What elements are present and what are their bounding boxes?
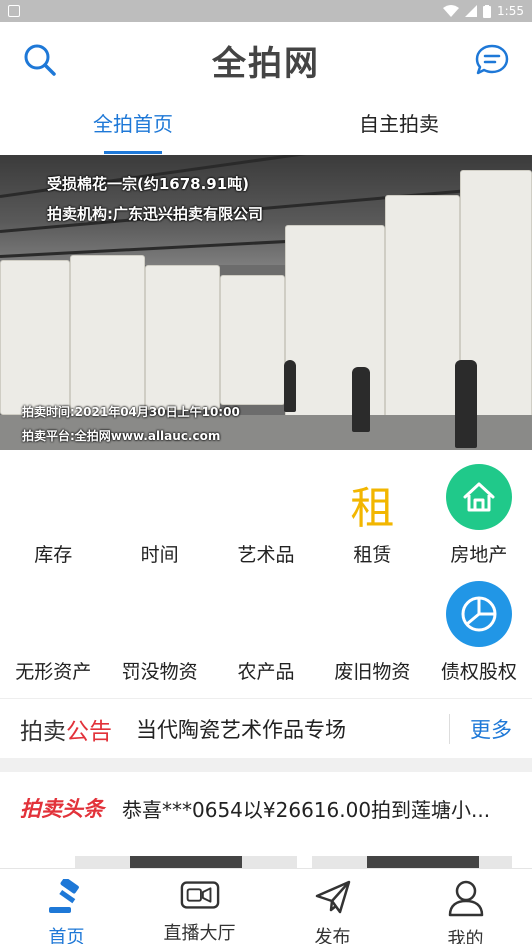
auction-notice-bar[interactable]: 拍卖公告 当代陶瓷艺术作品专场 更多 xyxy=(0,698,532,758)
search-icon[interactable] xyxy=(22,42,58,78)
top-tabs: 全拍首页 自主拍卖 xyxy=(0,98,532,154)
notification-icon xyxy=(8,5,20,17)
category-row: 无形资产 罚没物资 农产品 废旧物资 债权股权 xyxy=(0,567,532,684)
status-bar: 1:55 xyxy=(0,0,532,22)
worker xyxy=(352,367,370,432)
tab-home[interactable]: 全拍首页 xyxy=(0,98,266,154)
app-title: 全拍网 xyxy=(212,43,320,84)
worker xyxy=(284,360,296,412)
category-debt-equity[interactable]: 债权股权 xyxy=(426,567,532,684)
pie-chart-icon xyxy=(445,581,512,647)
cotton-bale-wall xyxy=(285,225,385,420)
nav-label: 发布 xyxy=(314,927,351,944)
nav-mine[interactable]: 我的 xyxy=(399,869,532,944)
status-right: 1:55 xyxy=(443,4,524,18)
category-label: 库存 xyxy=(34,544,73,566)
cotton-bale-stack xyxy=(145,265,220,410)
notice-text[interactable]: 当代陶瓷艺术作品专场 xyxy=(136,714,449,744)
category-label: 房地产 xyxy=(450,544,508,566)
cotton-bale-stack xyxy=(220,275,285,405)
category-time[interactable]: 时间 xyxy=(106,450,212,567)
category-rental[interactable]: 租 租赁 xyxy=(319,450,425,567)
tab-self-auction[interactable]: 自主拍卖 xyxy=(266,98,532,154)
category-label: 无形资产 xyxy=(15,661,92,683)
notice-tag-red: 公告 xyxy=(66,718,112,745)
wifi-icon xyxy=(443,5,460,17)
banner-line-2: 拍卖机构:广东迅兴拍卖有限公司 xyxy=(47,205,264,223)
battery-icon xyxy=(483,4,492,18)
category-scrap[interactable]: 废旧物资 xyxy=(319,567,425,684)
nav-label: 首页 xyxy=(48,927,85,944)
video-icon xyxy=(180,879,220,911)
signal-icon xyxy=(465,5,478,17)
house-icon xyxy=(445,464,512,530)
notice-tag: 拍卖公告 xyxy=(0,712,112,746)
cotton-bale-wall xyxy=(385,195,460,425)
category-art[interactable]: 艺术品 xyxy=(213,450,319,567)
status-time: 1:55 xyxy=(497,4,524,18)
cotton-bale-stack xyxy=(0,260,70,415)
nav-home[interactable]: 首页 xyxy=(0,869,133,944)
chat-bubble-icon[interactable] xyxy=(474,42,510,78)
nav-live-hall[interactable]: 直播大厅 xyxy=(133,869,266,944)
banner-line-3: 拍卖时间:2021年04月30日上午10:00 xyxy=(22,405,240,419)
nav-publish[interactable]: 发布 xyxy=(266,869,399,944)
bottom-nav: 首页 直播大厅 发布 我的 xyxy=(0,868,532,944)
worker xyxy=(455,360,477,448)
promo-banner[interactable]: 受损棉花一宗(约1678.91吨) 拍卖机构:广东迅兴拍卖有限公司 拍卖时间:2… xyxy=(0,155,532,450)
notice-divider xyxy=(449,713,450,744)
headline-tag: 拍卖头条 xyxy=(20,797,104,821)
category-label: 艺术品 xyxy=(237,544,295,566)
category-row: 库存 时间 艺术品 租 租赁 房地产 xyxy=(0,450,532,567)
notice-more-link[interactable]: 更多 xyxy=(470,714,532,744)
category-label: 债权股权 xyxy=(440,661,517,683)
gavel-icon xyxy=(47,879,87,915)
category-label: 租赁 xyxy=(353,544,392,566)
cotton-bale-stack xyxy=(70,255,145,415)
rent-char-icon: 租 xyxy=(350,483,395,534)
auction-headline[interactable]: 拍卖头条 恭喜***0654以¥26616.00拍到莲塘小... xyxy=(0,772,532,844)
category-intangible[interactable]: 无形资产 xyxy=(0,567,106,684)
category-grid: 库存 时间 艺术品 租 租赁 房地产 无形资产 罚没物资 农产品 废旧物资 债权… xyxy=(0,450,532,684)
category-label: 废旧物资 xyxy=(334,661,411,683)
banner-line-4: 拍卖平台:全拍网www.allauc.com xyxy=(22,429,221,443)
section-gap xyxy=(0,758,532,772)
category-real-estate[interactable]: 房地产 xyxy=(426,450,532,567)
auction-cards xyxy=(0,848,532,870)
user-icon xyxy=(446,879,486,917)
notice-tag-black: 拍卖 xyxy=(20,718,66,745)
category-label: 罚没物资 xyxy=(121,661,198,683)
headline-text[interactable]: 恭喜***0654以¥26616.00拍到莲塘小... xyxy=(122,794,522,823)
category-label: 时间 xyxy=(140,544,179,566)
app-header: 全拍网 xyxy=(0,22,532,98)
category-label: 农产品 xyxy=(237,661,295,683)
category-agriculture[interactable]: 农产品 xyxy=(213,567,319,684)
paper-plane-icon xyxy=(313,879,353,915)
nav-label: 我的 xyxy=(447,929,484,944)
banner-line-1: 受损棉花一宗(约1678.91吨) xyxy=(47,175,250,193)
category-confiscated[interactable]: 罚没物资 xyxy=(106,567,212,684)
category-inventory[interactable]: 库存 xyxy=(0,450,106,567)
nav-label: 直播大厅 xyxy=(163,923,236,944)
